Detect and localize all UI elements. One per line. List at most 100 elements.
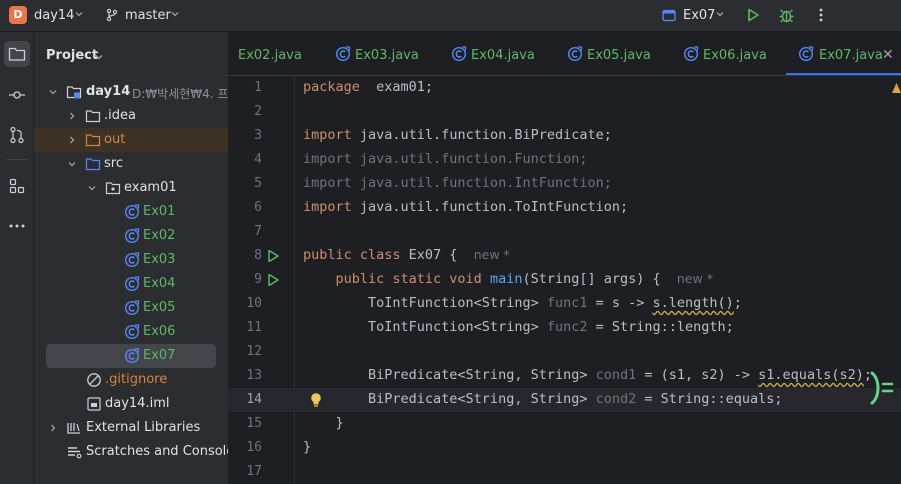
- code-line[interactable]: 14 BiPredicate<String, String> cond2 = S…: [228, 388, 901, 412]
- more-tools-button[interactable]: [4, 213, 30, 239]
- run-gutter-icon[interactable]: [266, 249, 280, 263]
- divider: [7, 159, 27, 160]
- line-number: 6: [254, 200, 262, 215]
- java-class-icon: [124, 324, 140, 340]
- code-text: }: [303, 415, 344, 431]
- tree-item-class-selected[interactable]: Ex07: [46, 344, 216, 368]
- code-line[interactable]: 10 ToIntFunction<String> func1 = s -> s.…: [228, 292, 901, 316]
- tab-label: Ex04.java: [471, 48, 535, 63]
- code-text: import java.util.function.ToIntFunction;: [303, 199, 629, 215]
- ai-assistant-icon[interactable]: [864, 371, 901, 405]
- java-class-icon: [567, 46, 583, 62]
- project-panel: Project day14 D:₩박세현₩4. 프 .idea out src …: [34, 32, 228, 484]
- tree-item-src[interactable]: src: [34, 152, 228, 176]
- code-line[interactable]: 8 public class Ex07 { new *: [228, 244, 901, 268]
- tree-item-class[interactable]: Ex05: [34, 296, 228, 320]
- title-bar: D day14 master Ex07: [0, 0, 901, 32]
- tab-label: Ex05.java: [587, 48, 651, 63]
- chevron-down-icon[interactable]: [48, 87, 58, 97]
- line-number: 1: [254, 80, 262, 95]
- close-icon[interactable]: ✕: [882, 47, 894, 63]
- code-line[interactable]: 5 import java.util.function.IntFunction;: [228, 172, 901, 196]
- tree-item-class[interactable]: Ex06: [34, 320, 228, 344]
- chevron-right-icon[interactable]: [67, 111, 77, 121]
- line-number: 11: [246, 320, 262, 335]
- tab-ex03[interactable]: Ex03.java: [333, 32, 437, 75]
- branch-name[interactable]: master: [125, 8, 171, 23]
- pull-requests-tool-button[interactable]: [4, 122, 30, 148]
- code-line[interactable]: 17: [228, 460, 901, 484]
- tree-item-gitignore[interactable]: .gitignore: [34, 368, 228, 392]
- excluded-folder-icon: [85, 134, 101, 147]
- line-number: 15: [246, 416, 262, 431]
- code-line[interactable]: 11 ToIntFunction<String> func2 = String:…: [228, 316, 901, 340]
- java-class-icon: [124, 204, 140, 220]
- java-class-icon: [124, 300, 140, 316]
- tree-item-root[interactable]: day14 D:₩박세현₩4. 프: [34, 80, 228, 104]
- chevron-down-icon[interactable]: [170, 9, 180, 19]
- chevron-down-icon[interactable]: [74, 9, 84, 19]
- tree-item-class[interactable]: Ex04: [34, 272, 228, 296]
- run-config-icon: [662, 9, 676, 22]
- package-icon: [105, 182, 121, 195]
- code-line[interactable]: 4 import java.util.function.Function;: [228, 148, 901, 172]
- chevron-down-icon[interactable]: [94, 52, 104, 62]
- code-text: public class Ex07 { new *: [303, 247, 510, 263]
- tree-item-class[interactable]: Ex01: [34, 200, 228, 224]
- tree-item-class[interactable]: Ex03: [34, 248, 228, 272]
- project-name[interactable]: day14: [34, 8, 74, 23]
- project-tool-button[interactable]: [4, 41, 30, 67]
- tree-item-out[interactable]: out: [34, 128, 228, 152]
- library-icon: [67, 423, 80, 434]
- project-badge[interactable]: D: [9, 6, 27, 24]
- code-line[interactable]: 15 }: [228, 412, 901, 436]
- code-text: ToIntFunction<String> func2 = String::le…: [303, 319, 734, 335]
- more-vertical-icon[interactable]: [818, 7, 824, 23]
- chevron-right-icon[interactable]: [67, 135, 77, 145]
- tree-item-exam01[interactable]: exam01: [34, 176, 228, 200]
- code-line[interactable]: 3 import java.util.function.BiPredicate;: [228, 124, 901, 148]
- java-class-icon: [683, 46, 699, 62]
- tree-label: Ex02: [143, 228, 176, 243]
- tree-item-external-libraries[interactable]: External Libraries: [34, 416, 228, 440]
- folder-icon: [85, 110, 101, 123]
- chevron-down-icon[interactable]: [715, 9, 725, 19]
- tree-item-scratches[interactable]: Scratches and Consoles: [34, 440, 228, 464]
- code-line[interactable]: 16}: [228, 436, 901, 460]
- structure-tool-button[interactable]: [4, 173, 30, 199]
- tab-ex06[interactable]: Ex06.java: [681, 32, 785, 75]
- tree-item-idea[interactable]: .idea: [34, 104, 228, 128]
- tree-item-class[interactable]: Ex02: [34, 224, 228, 248]
- code-text: import java.util.function.Function;: [303, 151, 588, 167]
- run-gutter-icon[interactable]: [266, 273, 280, 287]
- code-line[interactable]: 12: [228, 340, 901, 364]
- java-class-icon: [451, 46, 467, 62]
- code-line[interactable]: 7: [228, 220, 901, 244]
- chevron-right-icon[interactable]: [48, 423, 58, 433]
- module-folder-icon: [66, 86, 82, 99]
- tab-ex07[interactable]: Ex07.java ✕: [786, 32, 901, 75]
- tree-label: Ex07: [143, 348, 176, 363]
- run-config-name[interactable]: Ex07: [683, 8, 715, 23]
- code-line[interactable]: 2: [228, 100, 901, 124]
- code-line[interactable]: 6 import java.util.function.ToIntFunction…: [228, 196, 901, 220]
- tree-label: Scratches and Consoles: [86, 444, 228, 459]
- code-line[interactable]: 13 BiPredicate<String, String> cond1 = (…: [228, 364, 901, 388]
- commit-tool-button[interactable]: [4, 82, 30, 108]
- debug-icon[interactable]: [778, 7, 795, 24]
- code-text: import java.util.function.IntFunction;: [303, 175, 612, 191]
- code-text: public static void main(String[] args) {…: [335, 271, 713, 287]
- panel-title: Project: [46, 48, 99, 63]
- java-class-icon: [124, 252, 140, 268]
- chevron-down-icon[interactable]: [87, 183, 97, 193]
- code-line[interactable]: 9 public static void main(String[] args)…: [228, 268, 901, 292]
- branch-icon: [106, 8, 118, 22]
- tab-ex02[interactable]: Ex02.java: [228, 32, 320, 75]
- source-folder-icon: [85, 158, 101, 171]
- code-line[interactable]: 1 package exam01;: [228, 76, 901, 100]
- chevron-down-icon[interactable]: [67, 159, 77, 169]
- tab-ex05[interactable]: Ex05.java: [565, 32, 669, 75]
- tree-item-iml[interactable]: day14.iml: [34, 392, 228, 416]
- tab-ex04[interactable]: Ex04.java: [449, 32, 553, 75]
- run-icon[interactable]: [745, 7, 761, 23]
